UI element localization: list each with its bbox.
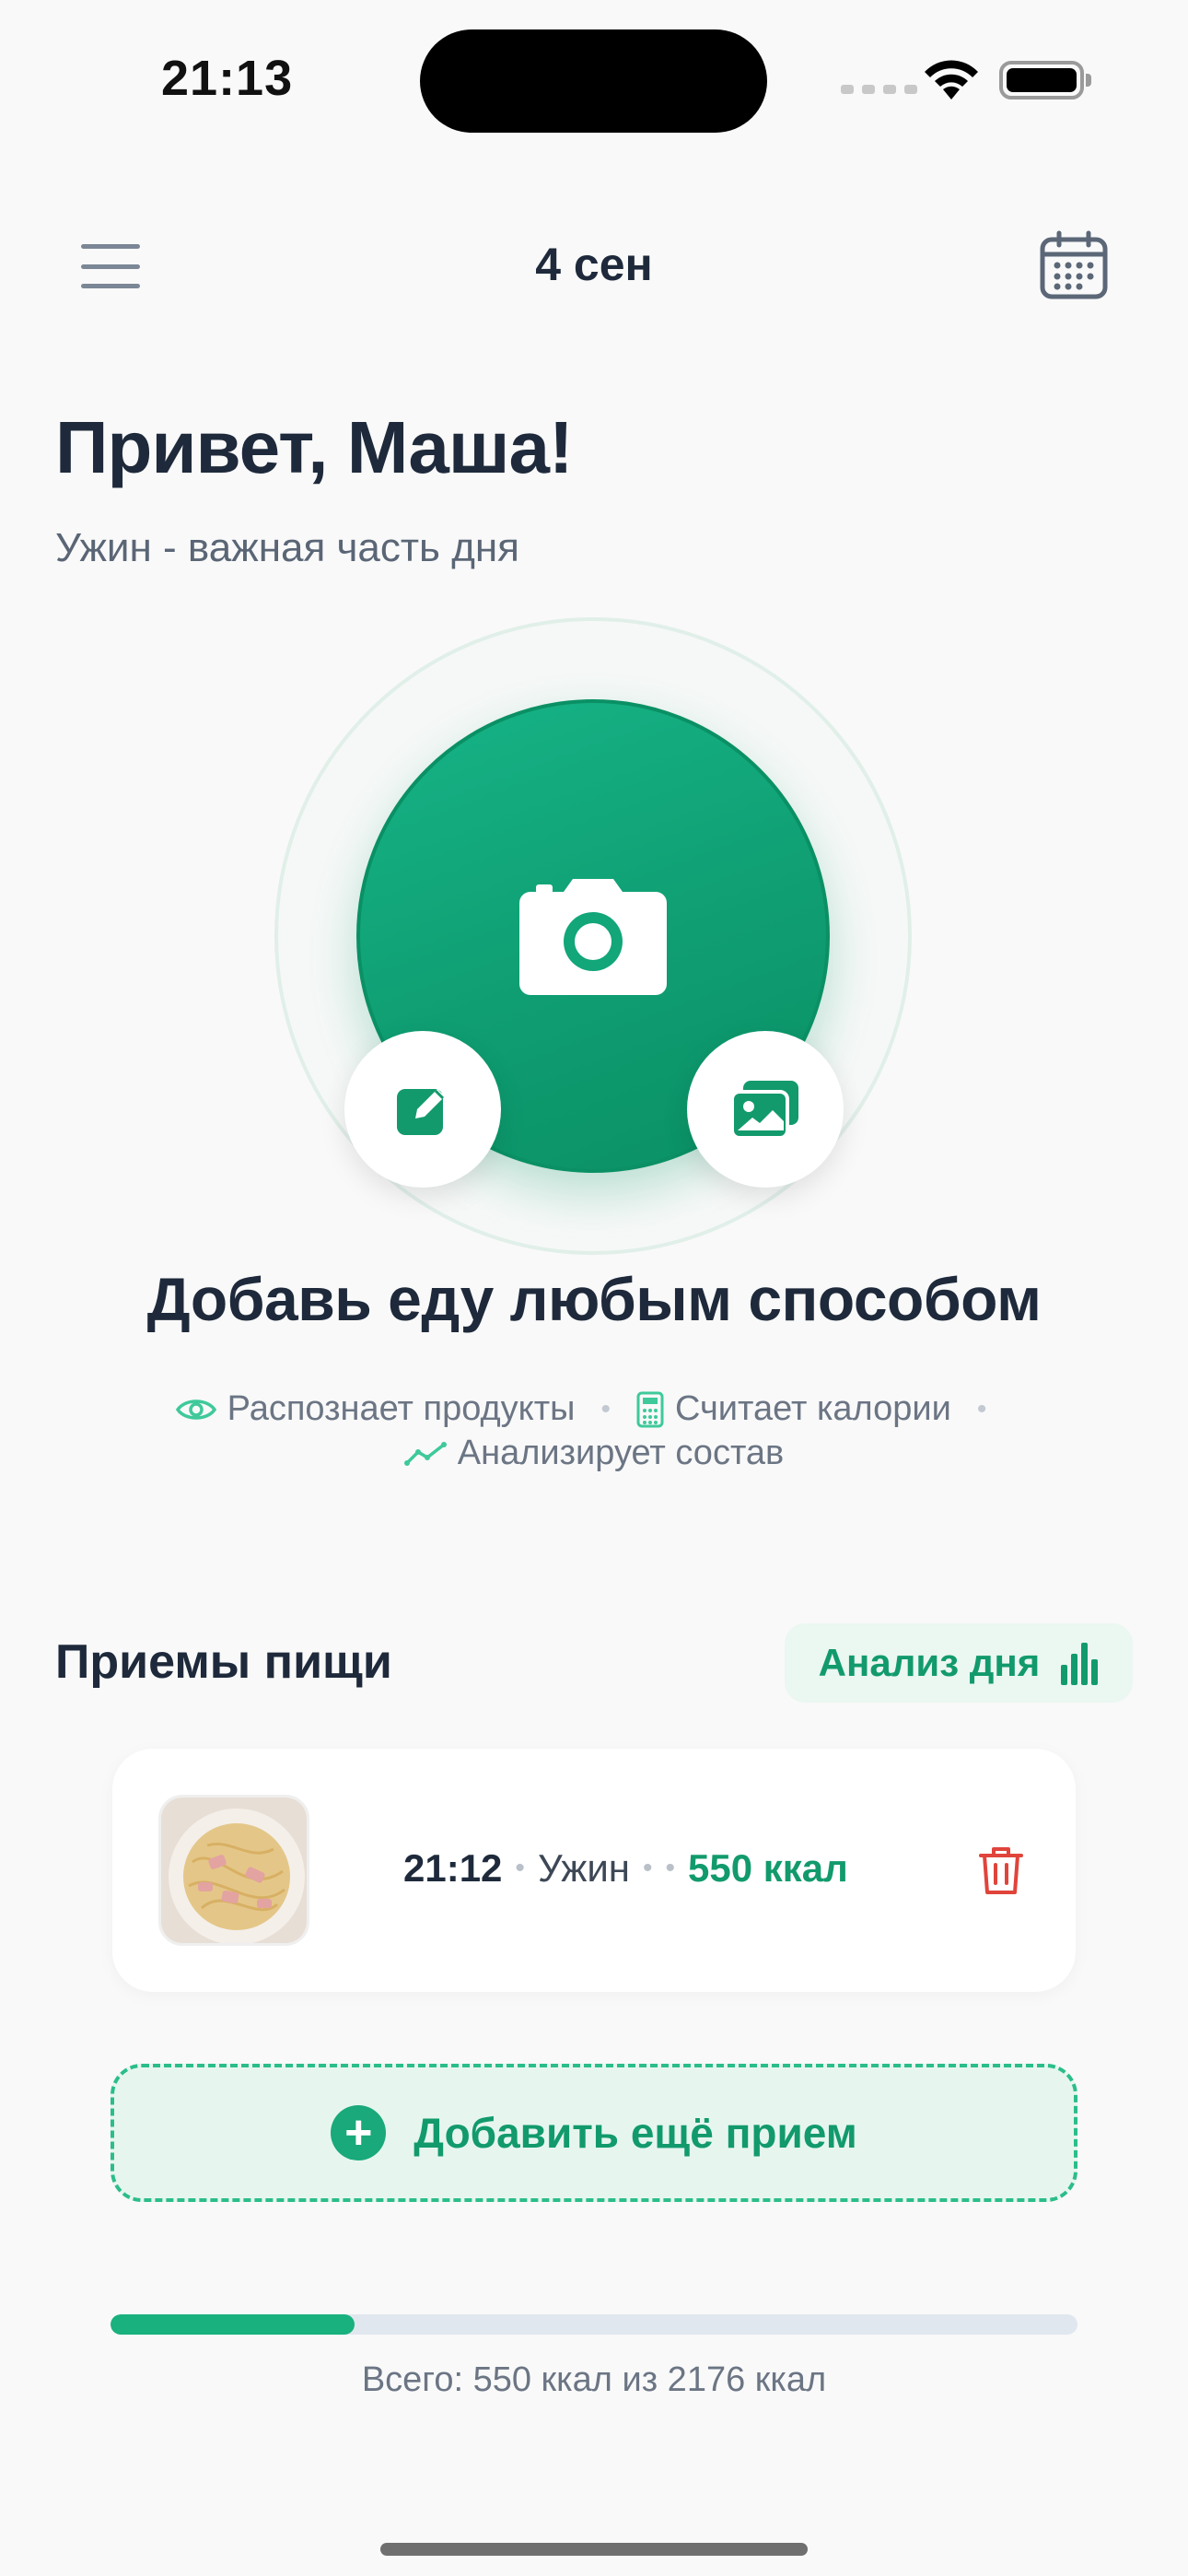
features-row: Анализирует состав [0, 1434, 1188, 1473]
separator-dot: • [665, 1853, 676, 1883]
greeting-subtitle: Ужин - важная часть дня [55, 525, 520, 570]
add-meal-label: Добавить ещё прием [413, 2109, 857, 2157]
edit-icon [397, 1089, 445, 1135]
feature-label: Считает калории [674, 1389, 951, 1428]
features-row: Распознает продукты • Считает калории • [0, 1389, 1188, 1429]
calorie-progress-bar [111, 2314, 1077, 2335]
trend-icon [403, 1441, 447, 1466]
separator-dot: • [515, 1853, 525, 1883]
home-indicator[interactable] [380, 2543, 808, 2556]
pasta-image [161, 1797, 307, 1943]
cellular-icon [841, 85, 917, 94]
meal-type: Ужин [537, 1846, 630, 1890]
plus-icon: + [331, 2105, 387, 2160]
calorie-progress-fill [111, 2314, 355, 2335]
add-meal-button[interactable]: + Добавить ещё прием [111, 2064, 1077, 2202]
wifi-icon [925, 60, 978, 100]
gallery-icon [730, 1081, 798, 1140]
status-time: 21:13 [161, 51, 294, 106]
battery-icon [999, 61, 1084, 100]
camera-icon [519, 879, 667, 995]
bar-chart-icon [1061, 1643, 1099, 1685]
separator-dot: • [976, 1393, 987, 1424]
feature-label: Анализирует состав [457, 1434, 785, 1472]
meals-title: Приемы пищи [55, 1635, 392, 1689]
calculator-icon [636, 1391, 664, 1427]
dynamic-island [420, 29, 767, 133]
calorie-total: Всего: 550 ккал из 2176 ккал [361, 2360, 827, 2399]
eye-icon [175, 1399, 216, 1420]
feature-recognize: Распознает продукты [175, 1389, 576, 1429]
date-title[interactable]: 4 сен [0, 238, 1188, 291]
gallery-button[interactable] [687, 1031, 844, 1188]
feature-calories: Считает калории [636, 1389, 951, 1429]
add-food-title: Добавь еду любым способом [146, 1265, 1042, 1333]
separator-dot: • [642, 1853, 653, 1883]
calendar-icon[interactable] [1039, 230, 1109, 300]
trash-icon[interactable] [978, 1844, 1024, 1896]
meal-info: 21:12 • Ужин • • 550 ккал [403, 1846, 848, 1891]
feature-label: Распознает продукты [227, 1389, 576, 1428]
manual-entry-button[interactable] [344, 1031, 501, 1188]
meal-photo[interactable] [158, 1795, 309, 1946]
separator-dot: • [600, 1393, 611, 1424]
meal-kcal: 550 ккал [688, 1846, 848, 1890]
greeting-title: Привет, Маша! [55, 406, 574, 488]
battery-tip [1086, 74, 1091, 87]
day-analysis-label: Анализ дня [818, 1641, 1041, 1684]
feature-analyze: Анализирует состав [403, 1434, 785, 1473]
day-analysis-button[interactable]: Анализ дня [785, 1623, 1133, 1703]
meal-time: 21:12 [403, 1846, 503, 1890]
